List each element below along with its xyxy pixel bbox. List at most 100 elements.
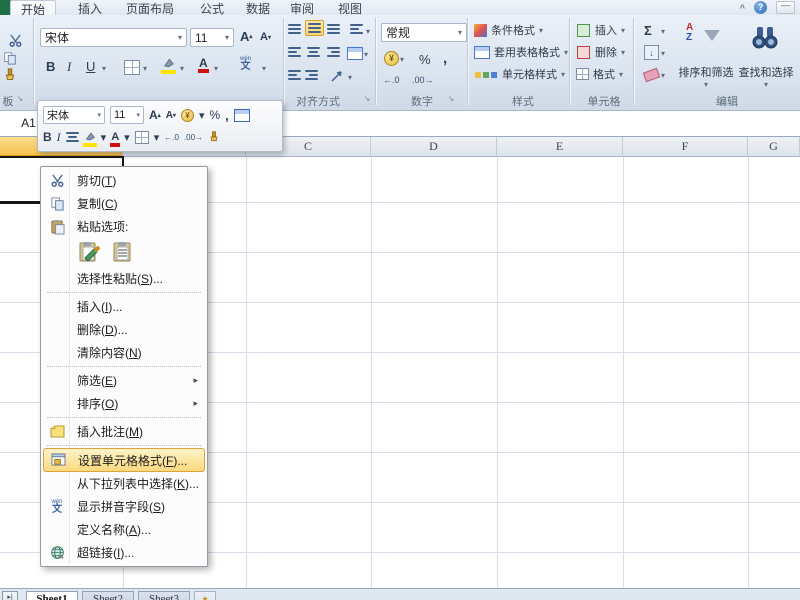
chevron-down-icon[interactable]: ▾ — [199, 109, 205, 122]
menu-item-选择性粘贴[interactable]: 选择性粘贴(S)... — [43, 267, 205, 290]
insert-worksheet-button[interactable]: ✦ — [194, 591, 216, 600]
borders-button[interactable] — [124, 60, 140, 75]
menu-item-显示拼音字段[interactable]: wén 文 显示拼音字段(S) — [43, 495, 205, 518]
bold-button[interactable]: B — [46, 59, 55, 74]
collapse-ribbon-icon[interactable]: ^ — [740, 3, 745, 13]
mini-bold-button[interactable]: B — [43, 130, 52, 144]
column-header-F[interactable]: F — [623, 137, 748, 157]
conditional-formatting-button[interactable]: 条件格式 ▾ — [474, 22, 543, 38]
chevron-down-icon[interactable]: ▾ — [366, 27, 370, 36]
format-cells-button[interactable]: 格式 ▾ — [576, 66, 623, 82]
alignment-dialog-launcher-icon[interactable]: ↘ — [362, 94, 372, 104]
column-header-G[interactable]: G — [748, 137, 800, 157]
percent-style-button[interactable]: % — [419, 52, 431, 67]
decrease-indent-button[interactable] — [288, 70, 301, 80]
menu-item-删除[interactable]: 删除(D)... — [43, 318, 205, 341]
paste-keep-source-formatting-button[interactable] — [77, 241, 103, 265]
ribbon-tab-2[interactable]: 插入 — [68, 0, 112, 15]
mini-align-center-button[interactable] — [65, 132, 79, 142]
chevron-down-icon[interactable]: ▾ — [364, 50, 368, 59]
ribbon-tab-5[interactable]: 数据 — [236, 0, 280, 15]
merge-center-button[interactable] — [347, 47, 363, 60]
phonetic-guide-button[interactable]: wén 文 — [240, 56, 251, 72]
mini-accounting-button[interactable]: ¥ — [180, 108, 194, 122]
menu-item-排序[interactable]: 排序(O) ▸ — [43, 392, 205, 415]
menu-item-设置单元格格式[interactable]: 设置单元格格式(F)... — [43, 448, 205, 472]
chevron-down-icon[interactable]: ▾ — [661, 49, 665, 58]
menu-item-从下拉列表中选择[interactable]: 从下拉列表中选择(K)... — [43, 472, 205, 495]
mini-increase-font-icon[interactable]: A ▴ — [149, 108, 161, 122]
chevron-down-icon[interactable]: ▾ — [214, 64, 218, 73]
align-right-button[interactable] — [327, 47, 340, 57]
clipboard-dialog-launcher-icon[interactable]: ↘ — [15, 94, 25, 104]
ribbon-tab-3[interactable]: 页面布局 — [112, 0, 188, 15]
decrease-decimal-button[interactable]: .00→ — [412, 75, 434, 85]
autosum-button[interactable]: Σ — [644, 23, 652, 38]
last-sheet-nav-button[interactable]: ▸| — [2, 591, 18, 600]
increase-decimal-button[interactable]: ←.0 — [383, 75, 400, 85]
underline-button[interactable]: U — [86, 59, 95, 74]
column-header-D[interactable]: D — [371, 137, 497, 157]
ribbon-tab-1[interactable]: 开始 — [10, 0, 56, 16]
chevron-down-icon[interactable]: ▾ — [180, 64, 184, 73]
align-bottom-button[interactable] — [327, 24, 340, 34]
sheet-tab-sheet1[interactable]: Sheet1 — [26, 591, 78, 600]
text-rotate-button[interactable] — [330, 70, 345, 83]
chevron-down-icon[interactable]: ▾ — [400, 55, 404, 64]
insert-cells-button[interactable]: 插入 ▾ — [576, 22, 625, 38]
format-as-table-button[interactable]: 套用表格格式 ▾ — [474, 44, 568, 60]
cell-styles-button[interactable]: 单元格样式 ▾ — [474, 66, 565, 82]
copy-icon[interactable] — [3, 51, 17, 65]
align-top-button[interactable] — [288, 24, 301, 34]
menu-item-筛选[interactable]: 筛选(E) ▸ — [43, 369, 205, 392]
format-painter-icon[interactable] — [3, 68, 17, 82]
menu-item-超链接[interactable]: 超链接(I)... — [43, 541, 205, 564]
comma-style-button[interactable]: , — [443, 50, 447, 67]
sort-filter-button[interactable]: A Z 排序和筛选 ▾ — [676, 20, 736, 104]
sheet-tab-sheet2[interactable]: Sheet2 — [82, 591, 134, 600]
font-color-button[interactable]: A — [198, 57, 209, 73]
chevron-down-icon[interactable]: ▾ — [102, 64, 106, 73]
delete-cells-button[interactable]: 删除 ▾ — [576, 44, 625, 60]
menu-item-粘贴选项[interactable]: 粘贴选项: — [43, 215, 205, 238]
chevron-down-icon[interactable]: ▾ — [262, 64, 266, 73]
ribbon-tab-4[interactable]: 公式 — [190, 0, 234, 15]
font-name-select[interactable]: 宋体 ▾ — [40, 28, 187, 47]
align-center-button[interactable] — [307, 47, 320, 57]
menu-item-剪切[interactable]: 剪切(T) — [43, 169, 205, 192]
ribbon-tab-7[interactable]: 视图 — [328, 0, 372, 15]
menu-item-定义名称[interactable]: 定义名称(A)... — [43, 518, 205, 541]
paste-values-button[interactable] — [110, 241, 136, 265]
number-format-select[interactable]: 常规 ▾ — [381, 23, 467, 42]
mini-comma-button[interactable]: , — [225, 108, 229, 123]
font-size-select[interactable]: 11 ▾ — [190, 28, 234, 47]
clear-button[interactable] — [642, 67, 661, 83]
mini-font-size-select[interactable]: 11 ▾ — [110, 106, 144, 124]
fill-color-button[interactable] — [161, 58, 176, 74]
mini-decrease-font-icon[interactable]: A ▾ — [166, 110, 176, 121]
cut-icon[interactable] — [8, 33, 23, 48]
menu-item-清除内容[interactable]: 清除内容(N) — [43, 341, 205, 364]
increase-font-icon[interactable]: A ▴ — [240, 29, 252, 44]
help-icon[interactable]: ? — [754, 1, 767, 14]
mini-format-painter-button[interactable] — [208, 131, 220, 143]
align-middle-button[interactable] — [305, 20, 324, 36]
decrease-font-icon[interactable]: A ▾ — [260, 31, 271, 43]
menu-item-复制[interactable]: 复制(C) — [43, 192, 205, 215]
mini-font-name-select[interactable]: 宋体 ▾ — [43, 106, 105, 124]
mini-fill-color-button[interactable] — [82, 131, 97, 147]
number-dialog-launcher-icon[interactable]: ↘ — [446, 94, 456, 104]
mini-decrease-decimal-button[interactable]: .00→ — [184, 133, 203, 142]
fill-button[interactable]: ↓ — [644, 45, 659, 60]
column-header-E[interactable]: E — [497, 137, 623, 157]
menu-item-插入[interactable]: 插入(I)... — [43, 295, 205, 318]
mini-font-color-button[interactable]: A — [110, 131, 121, 147]
minimize-window-button[interactable]: — — [776, 1, 795, 14]
align-left-button[interactable] — [288, 47, 301, 57]
find-select-button[interactable]: 查找和选择 ▾ — [736, 20, 796, 104]
sheet-tab-sheet3[interactable]: Sheet3 — [138, 591, 190, 600]
mini-percent-button[interactable]: % — [209, 108, 220, 122]
orientation-button[interactable] — [350, 24, 363, 34]
accounting-format-button[interactable]: ¥ — [384, 51, 399, 66]
increase-indent-button[interactable] — [305, 70, 318, 80]
